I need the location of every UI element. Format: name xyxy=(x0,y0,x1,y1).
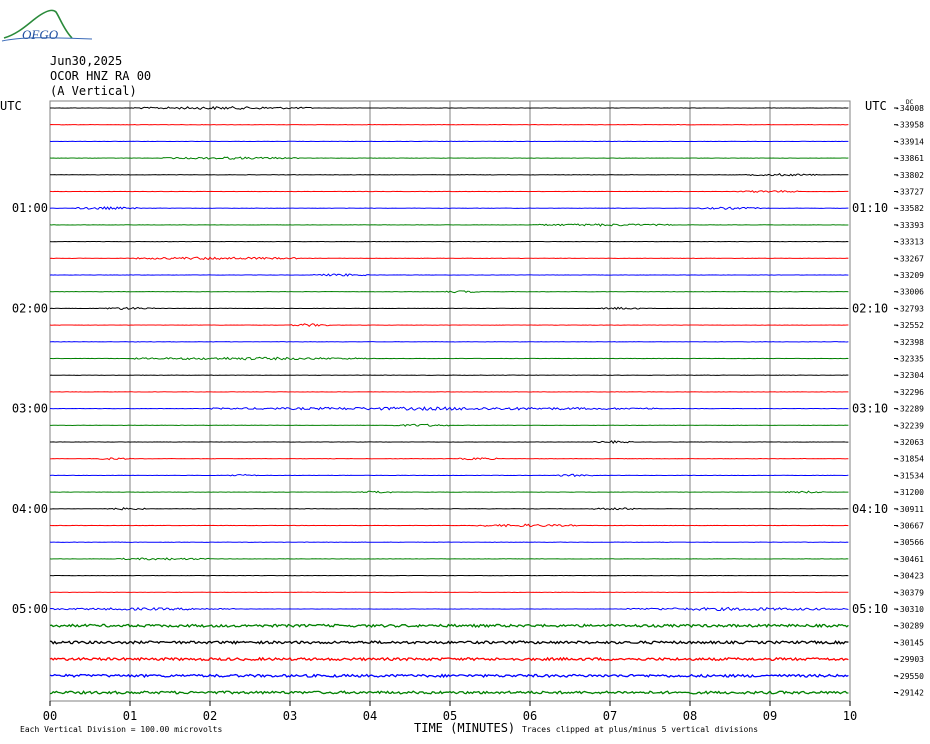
right-time-label: 05:10 xyxy=(852,602,888,616)
dc-offset-label: -33727 xyxy=(895,188,924,197)
x-tick-label: 00 xyxy=(43,709,57,723)
right-time-label: 04:10 xyxy=(852,502,888,516)
dc-offset-label: -33582 xyxy=(895,204,924,213)
dc-offset-label: -30461 xyxy=(895,555,924,564)
dc-offset-label: -32335 xyxy=(895,355,924,364)
dc-column-header: DC xyxy=(906,99,914,106)
seismic-trace xyxy=(49,206,849,211)
seismic-trace xyxy=(49,423,849,427)
dc-offset-label: -30566 xyxy=(895,538,924,547)
seismic-trace xyxy=(49,690,849,695)
x-tick-label: 06 xyxy=(523,709,537,723)
dc-offset-label: -32793 xyxy=(895,304,924,313)
seismic-trace xyxy=(49,457,849,461)
dc-offset-label: -33006 xyxy=(895,288,924,297)
left-time-label: 05:00 xyxy=(12,602,48,616)
dc-offset-label: -33958 xyxy=(895,121,924,130)
dc-offset-label: -31854 xyxy=(895,455,924,464)
dc-offset-label: -30423 xyxy=(895,572,924,581)
seismic-trace xyxy=(49,189,849,193)
left-time-label: 01:00 xyxy=(12,201,48,215)
dc-offset-label: -33861 xyxy=(895,154,924,163)
right-time-label: 01:10 xyxy=(852,201,888,215)
dc-offset-label: -33393 xyxy=(895,221,924,230)
seismic-trace xyxy=(49,473,849,478)
dc-offset-label: -33267 xyxy=(895,254,924,263)
seismic-trace xyxy=(49,323,849,327)
seismic-trace xyxy=(49,156,849,160)
scale-note: Each Vertical Division = 100.00 microvol… xyxy=(20,725,223,734)
x-tick-label: 09 xyxy=(763,709,777,723)
left-time-label: 03:00 xyxy=(12,402,48,416)
left-time-label: 02:00 xyxy=(12,301,48,315)
seismic-trace xyxy=(49,656,849,662)
seismic-trace xyxy=(49,406,849,411)
dc-offset-label: -30310 xyxy=(895,605,924,614)
dc-offset-label: -29903 xyxy=(895,655,924,664)
x-tick-label: 04 xyxy=(363,709,377,723)
seismic-trace xyxy=(49,306,849,311)
dc-offset-label: -33209 xyxy=(895,271,924,280)
seismic-trace xyxy=(49,557,849,561)
dc-offset-label: -31200 xyxy=(895,488,924,497)
seismic-trace xyxy=(49,290,849,294)
dc-offset-label: -31534 xyxy=(895,471,924,480)
dc-offset-label: -32398 xyxy=(895,338,924,347)
x-tick-label: 03 xyxy=(283,709,297,723)
seismic-trace xyxy=(49,440,849,445)
seismic-trace xyxy=(50,506,849,511)
dc-offset-label: -32289 xyxy=(895,405,924,414)
seismic-trace xyxy=(49,273,849,277)
dc-offset-label: -30911 xyxy=(895,505,924,514)
seismic-trace xyxy=(49,256,849,261)
seismic-trace xyxy=(49,623,849,629)
dc-offset-label: -30379 xyxy=(895,588,924,597)
x-tick-label: 10 xyxy=(843,709,857,723)
left-utc-label: UTC xyxy=(0,99,22,113)
dc-offset-label: -32239 xyxy=(895,421,924,430)
seismic-trace xyxy=(49,223,849,227)
dc-offset-label: -29142 xyxy=(895,689,924,698)
helicorder-plot: -34008-33958-33914-33861-33802-33727-335… xyxy=(0,99,924,723)
clip-note: Traces clipped at plus/minus 5 vertical … xyxy=(522,725,759,734)
right-time-label: 02:10 xyxy=(852,301,888,315)
seismic-trace xyxy=(49,673,849,679)
dc-offset-label: -30667 xyxy=(895,522,924,531)
seismic-trace xyxy=(49,606,849,612)
right-time-label: 03:10 xyxy=(852,402,888,416)
seismic-trace xyxy=(49,356,849,361)
dc-offset-label: -29550 xyxy=(895,672,924,681)
dc-offset-label: -32552 xyxy=(895,321,924,330)
seismic-trace xyxy=(49,523,849,528)
dc-offset-label: -32063 xyxy=(895,438,924,447)
x-axis-title: TIME (MINUTES) xyxy=(414,721,516,735)
dc-offset-label: -33802 xyxy=(895,171,924,180)
seismic-trace xyxy=(49,173,849,177)
x-tick-label: 08 xyxy=(683,709,697,723)
right-utc-label: UTC xyxy=(865,99,887,113)
x-tick-label: 01 xyxy=(123,709,137,723)
dc-offset-label: -33313 xyxy=(895,238,924,247)
x-tick-label: 07 xyxy=(603,709,617,723)
seismic-trace xyxy=(49,490,849,494)
dc-offset-label: -32304 xyxy=(895,371,924,380)
dc-offset-label: -30145 xyxy=(895,638,924,647)
x-tick-label: 02 xyxy=(203,709,217,723)
dc-offset-label: -32296 xyxy=(895,388,924,397)
seismic-trace xyxy=(49,106,849,111)
left-time-label: 04:00 xyxy=(12,502,48,516)
seismic-trace xyxy=(49,640,849,645)
dc-offset-label: -30289 xyxy=(895,622,924,631)
dc-offset-label: -33914 xyxy=(895,137,924,146)
